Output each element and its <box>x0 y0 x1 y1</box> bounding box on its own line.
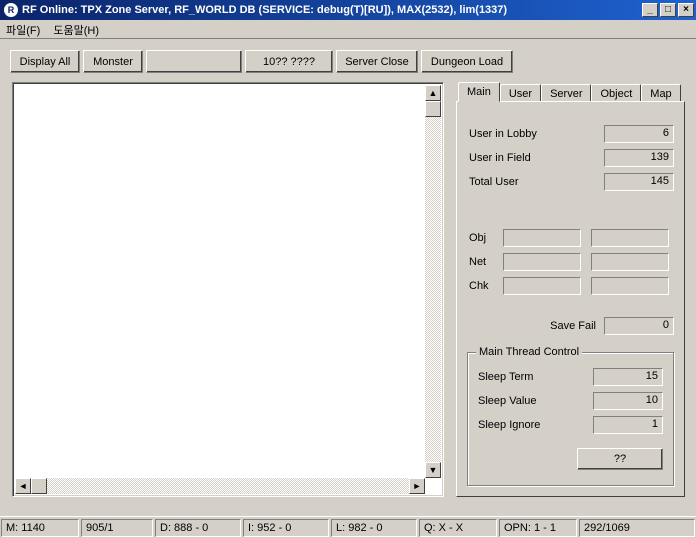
numeric-button[interactable]: 10?? ???? <box>245 50 333 73</box>
horizontal-scrollbar[interactable]: ◄ ► <box>15 478 425 494</box>
status-7: 292/1069 <box>579 519 695 537</box>
save-fail-value: 0 <box>604 317 674 335</box>
thread-apply-button[interactable]: ?? <box>577 448 663 470</box>
status-l: L: 982 - 0 <box>331 519 417 537</box>
tab-strip: Main User Server Object Map <box>458 82 681 102</box>
net-value1 <box>503 253 581 271</box>
scroll-left-button[interactable]: ◄ <box>15 478 31 494</box>
obj-value1 <box>503 229 581 247</box>
sleep-value-label: Sleep Value <box>478 395 573 407</box>
sleep-value-value[interactable]: 10 <box>593 392 663 410</box>
tab-server[interactable]: Server <box>541 84 591 102</box>
obj-value2 <box>591 229 669 247</box>
scroll-track-v[interactable] <box>425 117 441 462</box>
menu-file[interactable]: 파일(F) <box>6 25 40 37</box>
monster-button[interactable]: Monster <box>83 50 143 73</box>
status-i: I: 952 - 0 <box>243 519 329 537</box>
total-user-label: Total User <box>469 176 564 188</box>
status-m: M: 1140 <box>1 519 79 537</box>
status-1: 905/1 <box>81 519 153 537</box>
log-listbox-inner <box>15 85 441 494</box>
chk-value1 <box>503 277 581 295</box>
vertical-scrollbar[interactable]: ▲ ▼ <box>425 85 441 478</box>
status-q: Q: X - X <box>419 519 497 537</box>
sleep-term-label: Sleep Term <box>478 371 573 383</box>
log-listbox[interactable]: ▲ ▼ ◄ ► <box>12 82 444 497</box>
scroll-thumb-h[interactable] <box>31 478 47 494</box>
main-thread-control-legend: Main Thread Control <box>476 346 582 358</box>
chk-label: Chk <box>469 280 503 292</box>
app-icon: R <box>4 3 18 17</box>
menu-help[interactable]: 도움말(H) <box>53 25 99 37</box>
dungeon-load-button[interactable]: Dungeon Load <box>421 50 513 73</box>
tab-body-main: User in Lobby 6 User in Field 139 Total … <box>456 101 685 497</box>
info-tabs: Main User Server Object Map User in Lobb… <box>456 82 685 497</box>
total-user-value: 145 <box>604 173 674 191</box>
user-in-lobby-value: 6 <box>604 125 674 143</box>
close-button[interactable]: × <box>678 3 694 17</box>
tab-object[interactable]: Object <box>591 84 641 102</box>
menu-bar: 파일(F) 도움말(H) <box>0 20 696 39</box>
chk-value2 <box>591 277 669 295</box>
save-fail-label: Save Fail <box>544 320 604 332</box>
scroll-right-button[interactable]: ► <box>409 478 425 494</box>
toolbar: Display All Monster 10?? ???? Server Clo… <box>10 50 686 73</box>
toolbar-blank1[interactable] <box>146 50 242 73</box>
status-opn: OPN: 1 - 1 <box>499 519 577 537</box>
minimize-button[interactable]: _ <box>642 3 658 17</box>
tab-map[interactable]: Map <box>641 84 680 102</box>
sleep-term-value[interactable]: 15 <box>593 368 663 386</box>
sleep-ignore-value[interactable]: 1 <box>593 416 663 434</box>
status-bar: M: 1140 905/1 D: 888 - 0 I: 952 - 0 L: 9… <box>0 516 696 538</box>
window-title: RF Online: TPX Zone Server, RF_WORLD DB … <box>22 4 640 16</box>
title-bar: R RF Online: TPX Zone Server, RF_WORLD D… <box>0 0 696 20</box>
status-d: D: 888 - 0 <box>155 519 241 537</box>
sleep-ignore-label: Sleep Ignore <box>478 419 573 431</box>
scroll-track-h[interactable] <box>47 478 409 494</box>
scroll-down-button[interactable]: ▼ <box>425 462 441 478</box>
tab-user[interactable]: User <box>500 84 541 102</box>
scroll-thumb-v[interactable] <box>425 101 441 117</box>
server-close-button[interactable]: Server Close <box>336 50 418 73</box>
net-label: Net <box>469 256 503 268</box>
scroll-up-button[interactable]: ▲ <box>425 85 441 101</box>
user-in-field-value: 139 <box>604 149 674 167</box>
main-thread-control-group: Main Thread Control Sleep Term 15 Sleep … <box>467 352 674 486</box>
user-in-field-label: User in Field <box>469 152 564 164</box>
net-value2 <box>591 253 669 271</box>
display-all-button[interactable]: Display All <box>10 50 80 73</box>
obj-label: Obj <box>469 232 503 244</box>
user-in-lobby-label: User in Lobby <box>469 128 564 140</box>
tab-main[interactable]: Main <box>458 82 500 102</box>
maximize-button[interactable]: □ <box>660 3 676 17</box>
